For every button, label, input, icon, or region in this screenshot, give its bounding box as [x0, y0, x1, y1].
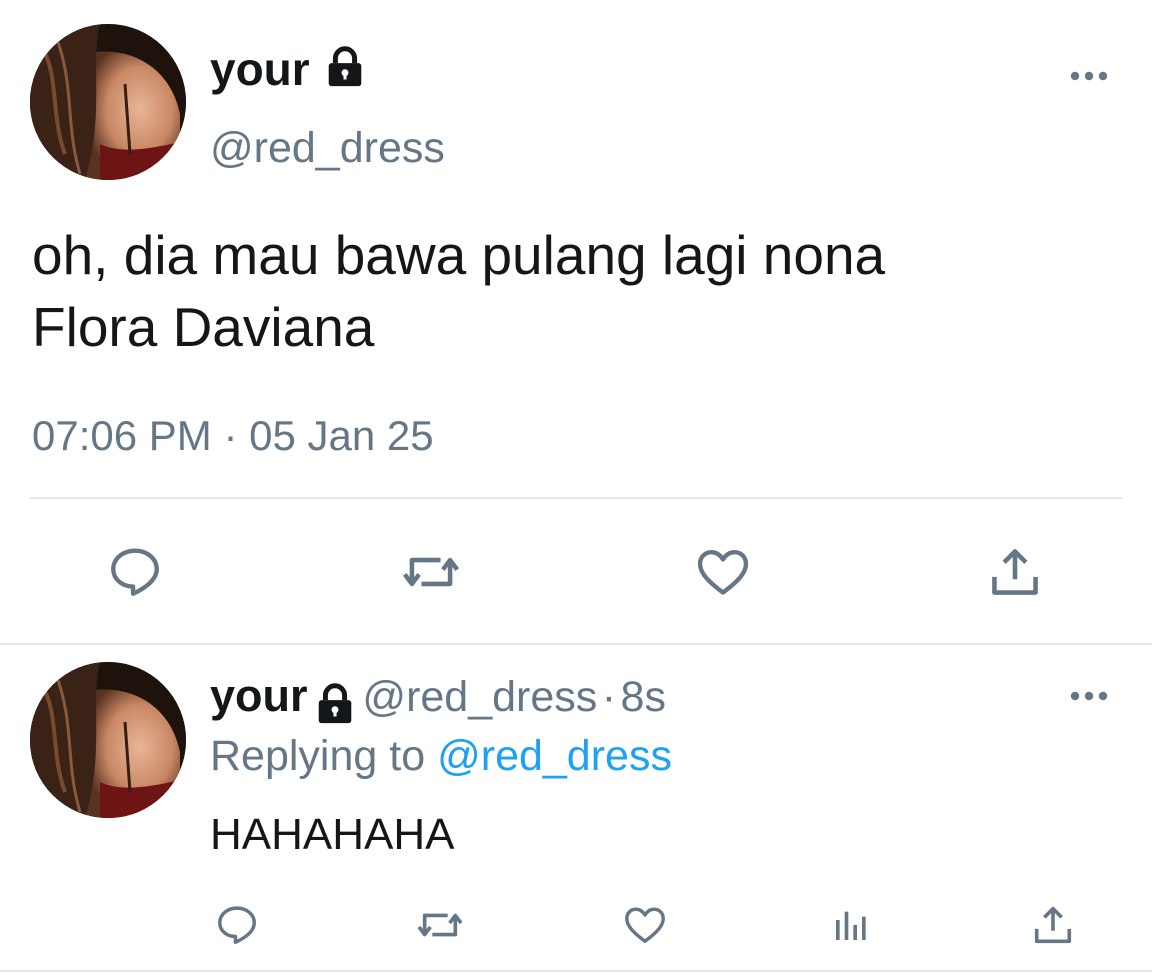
- tweet-text: oh, dia mau bawa pulang lagi nona Flora …: [32, 219, 1112, 363]
- separator-dot: ·: [601, 673, 617, 721]
- user-handle[interactable]: @red_dress: [362, 673, 597, 721]
- divider: [0, 970, 1152, 972]
- avatar[interactable]: [30, 24, 186, 180]
- user-handle[interactable]: @red_dress: [210, 124, 445, 173]
- reply-icon[interactable]: [210, 898, 264, 952]
- share-icon[interactable]: [1026, 898, 1080, 952]
- lock-icon: [322, 44, 368, 101]
- more-options-icon[interactable]: [1066, 678, 1112, 714]
- tweet-timestamp[interactable]: 07:06 PM · 05 Jan 25: [32, 412, 434, 460]
- replying-to-line: Replying to @red_dress: [210, 732, 672, 781]
- display-name[interactable]: your: [210, 42, 368, 101]
- divider: [30, 497, 1122, 499]
- retweet-icon[interactable]: [393, 540, 469, 604]
- tweet-text-line: oh, dia mau bawa pulang lagi nona: [32, 224, 886, 286]
- retweet-icon[interactable]: [410, 898, 470, 952]
- tweet-age[interactable]: 8s: [621, 673, 666, 721]
- avatar[interactable]: [30, 662, 186, 818]
- analytics-icon[interactable]: [824, 898, 878, 952]
- like-icon[interactable]: [618, 898, 672, 952]
- like-icon[interactable]: [690, 540, 756, 604]
- divider: [0, 643, 1152, 645]
- share-icon[interactable]: [982, 540, 1048, 604]
- more-options-icon[interactable]: [1066, 58, 1112, 94]
- reply-icon[interactable]: [100, 540, 170, 604]
- replying-to-label: Replying to: [210, 732, 426, 780]
- tweet-text: HAHAHAHA: [210, 810, 455, 859]
- display-name[interactable]: your: [210, 670, 308, 721]
- replying-to-mention[interactable]: @red_dress: [437, 732, 672, 780]
- tweet-text-line: Flora Daviana: [32, 296, 375, 358]
- reply-header: your @red_dress · 8s: [210, 670, 666, 732]
- lock-icon: [312, 681, 358, 732]
